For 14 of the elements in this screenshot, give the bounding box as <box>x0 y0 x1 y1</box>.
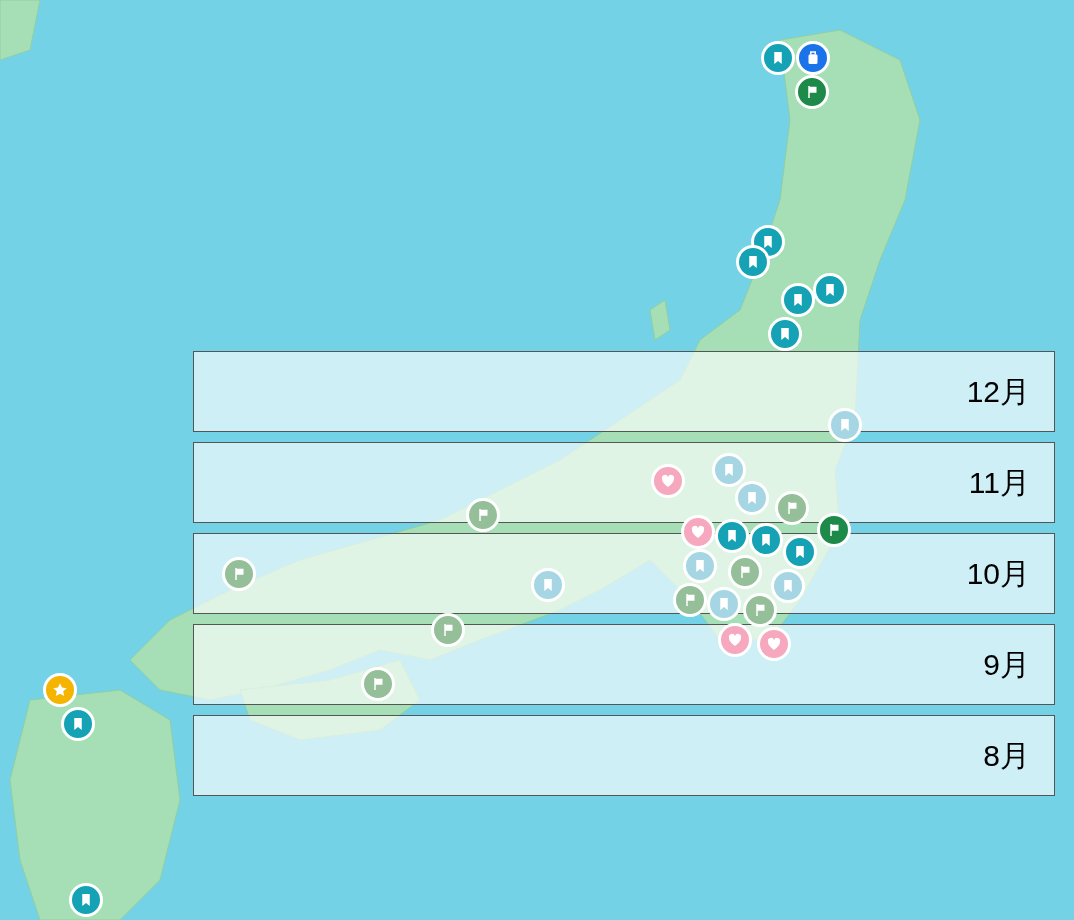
island-shape <box>649 299 671 341</box>
month-band[interactable]: 9月 <box>193 624 1055 705</box>
month-band[interactable]: 11月 <box>193 442 1055 523</box>
month-band[interactable]: 12月 <box>193 351 1055 432</box>
star-marker-icon[interactable] <box>43 673 77 707</box>
bookmark-marker-icon[interactable] <box>761 41 795 75</box>
island-shape <box>0 0 41 61</box>
month-band[interactable]: 8月 <box>193 715 1055 796</box>
heart-marker-icon[interactable] <box>757 627 791 661</box>
bookmark-marker-icon[interactable] <box>736 245 770 279</box>
flag-marker-icon[interactable] <box>222 557 256 591</box>
flag-marker-icon[interactable] <box>673 583 707 617</box>
flag-marker-icon[interactable] <box>817 513 851 547</box>
heart-marker-icon[interactable] <box>718 623 752 657</box>
